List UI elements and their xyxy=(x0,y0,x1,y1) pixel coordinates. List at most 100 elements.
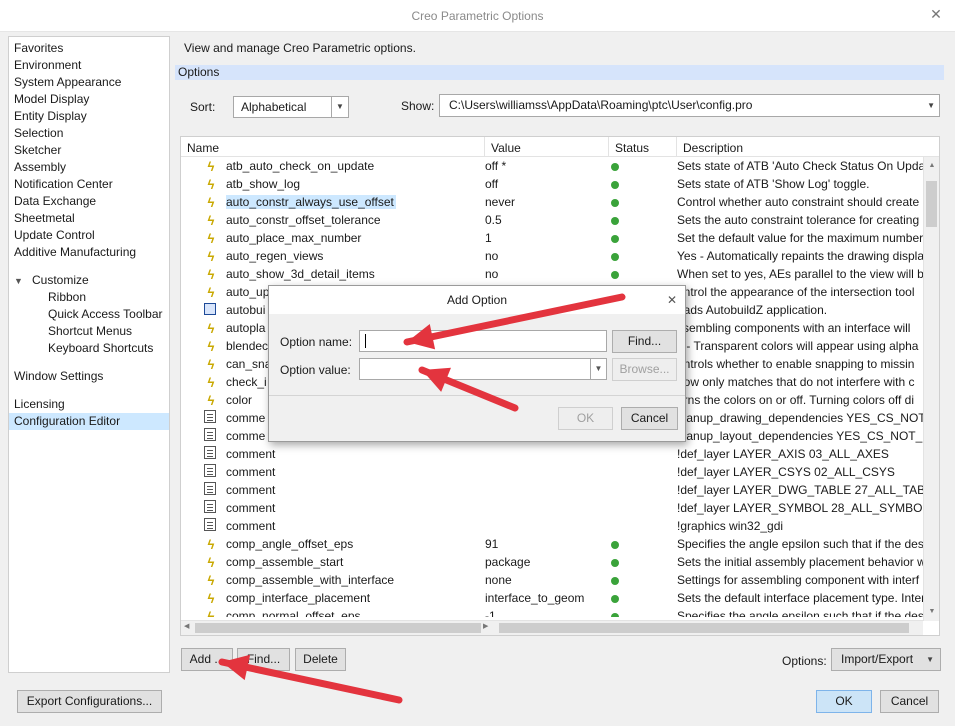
table-row[interactable]: comment !def_layer LAYER_SYMBOL 28_ALL_SY… xyxy=(181,499,923,517)
dialog-find-button[interactable]: Find... xyxy=(612,330,677,353)
table-row[interactable]: ϟ comp_normal_offset_eps -1 Specifies the a… xyxy=(181,607,923,617)
scroll-up-icon[interactable]: ▲ xyxy=(924,159,939,173)
table-row[interactable]: ϟ comp_assemble_with_interface none Setting… xyxy=(181,571,923,589)
horizontal-scrollbar[interactable]: ◀ ▶ xyxy=(181,620,923,635)
option-name-cell: auto_constr_offset_tolerance xyxy=(226,211,481,229)
nav-item-shortcut-menus[interactable]: Shortcut Menus xyxy=(9,323,169,340)
option-name-text: comment xyxy=(226,519,276,533)
nav-item-sheetmetal[interactable]: Sheetmetal xyxy=(9,210,169,227)
close-icon[interactable]: ✕ xyxy=(667,293,677,307)
status-cell xyxy=(609,499,669,517)
column-header-description[interactable]: Description xyxy=(677,137,939,157)
table-row[interactable]: ϟ comp_assemble_start package Sets the init… xyxy=(181,553,923,571)
option-description-cell: ontrols whether to enable snapping to mi… xyxy=(677,357,915,371)
column-header-value[interactable]: Value xyxy=(485,137,609,157)
option-name-text: comment xyxy=(226,483,276,497)
table-row[interactable]: ϟ auto_constr_always_use_offset never Contr… xyxy=(181,193,923,211)
table-row[interactable]: ϟ auto_regen_views no Yes - Automatically r… xyxy=(181,247,923,265)
nav-item-customize[interactable]: ▼ Customize xyxy=(9,272,169,289)
delete-button[interactable]: Delete xyxy=(295,648,346,671)
add-button[interactable]: Add ... xyxy=(181,648,233,671)
nav-item-window-settings[interactable]: Window Settings xyxy=(9,368,169,385)
browse-button[interactable]: Browse... xyxy=(612,358,677,381)
close-icon[interactable]: ✕ xyxy=(929,7,943,21)
export-configurations-button[interactable]: Export Configurations... xyxy=(17,690,162,713)
nav-item-notification-center[interactable]: Notification Center xyxy=(9,176,169,193)
nav-item-entity-display[interactable]: Entity Display xyxy=(9,108,169,125)
table-row[interactable]: comment !def_layer LAYER_AXIS 03_ALL_AXES xyxy=(181,445,923,463)
lightning-icon: ϟ xyxy=(204,608,220,617)
dialog-ok-button[interactable]: OK xyxy=(558,407,613,430)
import-export-menu[interactable]: Import/Export ▼ xyxy=(831,648,941,671)
table-row[interactable]: ϟ auto_place_max_number 1 Set the default v… xyxy=(181,229,923,247)
cancel-button[interactable]: Cancel xyxy=(880,690,939,713)
table-row[interactable]: comment !def_layer LAYER_DWG_TABLE 27_ALL… xyxy=(181,481,923,499)
table-row[interactable]: ϟ atb_auto_check_on_update off * Sets state… xyxy=(181,157,923,175)
find-button[interactable]: Find... xyxy=(237,648,290,671)
option-value-cell: package xyxy=(485,555,531,569)
scroll-thumb[interactable] xyxy=(499,623,909,633)
application-glyph xyxy=(204,303,216,315)
status-cell xyxy=(609,607,669,617)
column-header-status[interactable]: Status xyxy=(609,137,677,157)
option-name-text: auto_up xyxy=(226,285,270,299)
scroll-left-icon[interactable]: ◀ xyxy=(184,622,189,630)
chevron-down-icon[interactable]: ▼ xyxy=(590,359,606,379)
table-row[interactable]: ϟ comp_angle_offset_eps 91 Specifies the an… xyxy=(181,535,923,553)
option-name-cell: auto_place_max_number xyxy=(226,229,481,247)
nav-item-update-control[interactable]: Update Control xyxy=(9,227,169,244)
option-value-cell: no xyxy=(485,249,499,263)
scroll-down-icon[interactable]: ▼ xyxy=(924,605,939,619)
nav-item-selection[interactable]: Selection xyxy=(9,125,169,142)
table-row[interactable]: ϟ comp_interface_placement interface_to_ge… xyxy=(181,589,923,607)
scroll-right-icon[interactable]: ▶ xyxy=(483,622,488,630)
nav-item-model-display[interactable]: Model Display xyxy=(9,91,169,108)
status-cell xyxy=(609,535,669,553)
nav-item-assembly[interactable]: Assembly xyxy=(9,159,169,176)
table-row[interactable]: comment !def_layer LAYER_CSYS 02_ALL_CSYS xyxy=(181,463,923,481)
nav-item-quick-access-toolbar[interactable]: Quick Access Toolbar xyxy=(9,306,169,323)
nav-item-favorites[interactable]: Favorites xyxy=(9,40,169,57)
status-cell xyxy=(609,247,669,265)
option-description-cell: ontrol the appearance of the intersectio… xyxy=(677,285,915,299)
status-ok-icon xyxy=(611,612,619,617)
nav-item-licensing[interactable]: Licensing xyxy=(9,396,169,413)
nav-item-additive-manufacturing[interactable]: Additive Manufacturing xyxy=(9,244,169,261)
option-description-cell: !def_layer LAYER_CSYS 02_ALL_CSYS xyxy=(677,465,895,479)
table-row[interactable]: ϟ auto_show_3d_detail_items no When set to … xyxy=(181,265,923,283)
option-name-text: comme xyxy=(226,411,266,425)
option-description-cell: leanup_layout_dependencies YES_CS_NOT_RE xyxy=(677,429,923,443)
nav-item-label: Customize xyxy=(32,273,89,287)
nav-item-ribbon[interactable]: Ribbon xyxy=(9,289,169,306)
option-description-cell: Set the default value for the maximum nu… xyxy=(677,231,923,245)
vertical-scrollbar[interactable]: ▲ ▼ xyxy=(923,157,939,621)
table-row[interactable]: ϟ auto_constr_offset_tolerance 0.5 Sets the… xyxy=(181,211,923,229)
comment-glyph xyxy=(204,518,216,531)
triangle-down-icon[interactable]: ▼ xyxy=(14,273,26,290)
lightning-glyph: ϟ xyxy=(207,375,215,390)
dialog-cancel-button[interactable]: Cancel xyxy=(621,407,678,430)
nav-item-data-exchange[interactable]: Data Exchange xyxy=(9,193,169,210)
chevron-down-icon[interactable]: ▼ xyxy=(331,97,348,117)
chevron-down-icon[interactable]: ▼ xyxy=(926,649,934,670)
table-row[interactable]: ϟ atb_show_log off Sets state of ATB 'Show … xyxy=(181,175,923,193)
option-description-cell: oads AutobuildZ application. xyxy=(677,303,828,317)
option-name-cell: auto_show_3d_detail_items xyxy=(226,265,481,283)
chevron-down-icon[interactable]: ▼ xyxy=(927,95,935,116)
option-value-combo[interactable]: ▼ xyxy=(359,358,607,380)
scroll-thumb[interactable] xyxy=(195,623,481,633)
option-name-input[interactable] xyxy=(359,330,607,352)
nav-item-keyboard-shortcuts[interactable]: Keyboard Shortcuts xyxy=(9,340,169,357)
sort-select[interactable]: Alphabetical ▼ xyxy=(233,96,349,118)
ok-button[interactable]: OK xyxy=(816,690,872,713)
column-header-name[interactable]: Name xyxy=(181,137,485,157)
nav-item-environment[interactable]: Environment xyxy=(9,57,169,74)
nav-item-sketcher[interactable]: Sketcher xyxy=(9,142,169,159)
nav-item-configuration-editor[interactable]: Configuration Editor xyxy=(9,413,169,430)
option-description-cell: !graphics win32_gdi xyxy=(677,519,784,533)
nav-item-system-appearance[interactable]: System Appearance xyxy=(9,74,169,91)
table-row[interactable]: comment !graphics win32_gdi xyxy=(181,517,923,535)
lightning-icon: ϟ xyxy=(204,212,220,230)
scroll-thumb[interactable] xyxy=(926,181,937,227)
show-select[interactable]: C:\Users\williamss\AppData\Roaming\ptc\U… xyxy=(439,94,940,117)
